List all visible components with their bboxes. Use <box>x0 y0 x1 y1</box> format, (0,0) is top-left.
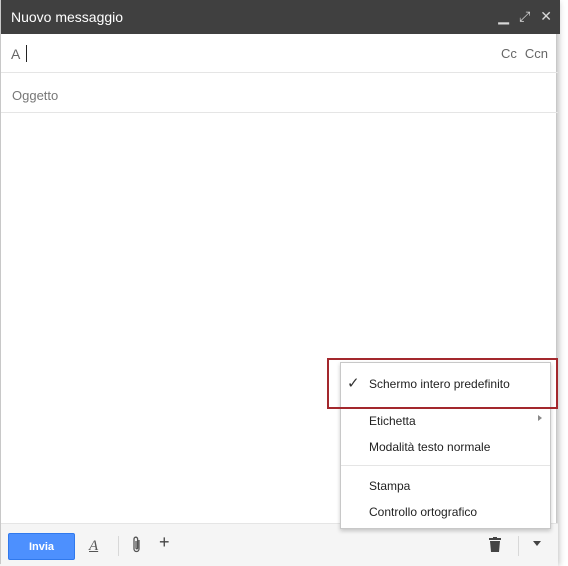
expand-icon[interactable]: ⤢ <box>519 6 530 26</box>
subject-row <box>1 73 558 113</box>
cc-links: Cc Ccn <box>501 46 548 61</box>
compose-toolbar: Invia A + <box>1 523 558 566</box>
close-icon[interactable]: ✕ <box>540 6 552 26</box>
menu-item-label: Stampa <box>369 479 411 493</box>
menu-item-label-submenu[interactable]: Etichetta <box>341 408 550 434</box>
formatting-icon[interactable]: A <box>89 538 98 555</box>
more-options-chevron-down-icon[interactable] <box>533 541 541 546</box>
send-button[interactable]: Invia <box>8 533 75 560</box>
titlebar-controls: ▁ ⤢ ✕ <box>498 6 552 26</box>
menu-item-print[interactable]: Stampa <box>341 473 550 499</box>
checkmark-icon: ✓ <box>347 375 360 392</box>
toolbar-divider <box>518 536 519 556</box>
submenu-arrow-icon <box>538 415 542 421</box>
menu-divider <box>341 465 550 466</box>
cc-link[interactable]: Cc <box>501 46 517 61</box>
toolbar-divider <box>118 536 119 556</box>
minimize-icon[interactable]: ▁ <box>498 6 509 26</box>
more-options-menu: ✓ Schermo intero predefinito Etichetta M… <box>340 362 551 529</box>
to-input[interactable] <box>25 44 489 66</box>
trash-icon[interactable] <box>489 537 501 557</box>
menu-item-label: Etichetta <box>369 414 416 428</box>
menu-item-label: Modalità testo normale <box>369 440 491 454</box>
menu-item-default-fullscreen[interactable]: ✓ Schermo intero predefinito <box>341 371 550 397</box>
subject-input[interactable] <box>10 84 534 106</box>
plus-icon[interactable]: + <box>159 532 170 553</box>
compose-titlebar[interactable]: Nuovo messaggio ▁ ⤢ ✕ <box>1 0 560 34</box>
to-row: A Cc Ccn <box>1 34 558 73</box>
paperclip-icon[interactable] <box>132 536 142 559</box>
menu-item-spellcheck[interactable]: Controllo ortografico <box>341 499 550 525</box>
to-label: A <box>11 46 21 62</box>
bcc-link[interactable]: Ccn <box>525 46 548 61</box>
menu-item-label: Schermo intero predefinito <box>369 377 510 391</box>
menu-item-plain-text[interactable]: Modalità testo normale <box>341 434 550 460</box>
menu-item-label: Controllo ortografico <box>369 505 478 519</box>
compose-title: Nuovo messaggio <box>11 9 124 25</box>
